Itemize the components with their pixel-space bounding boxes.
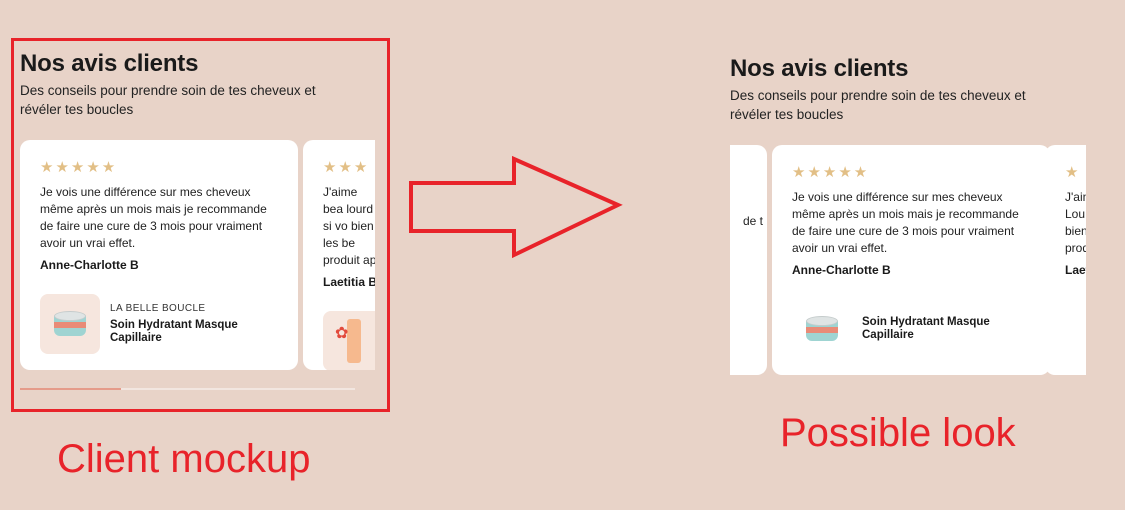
review-author: Anne-Charlotte B [792, 263, 891, 277]
review-text: de t [743, 214, 764, 228]
rating-stars: ★ [1065, 164, 1081, 181]
caption-possible-look: Possible look [780, 411, 1016, 455]
review-author: Laet [1065, 263, 1086, 277]
review-product[interactable]: Soin Hydratant Masque Capillaire [792, 299, 1030, 359]
review-card-partial[interactable]: de t [730, 145, 767, 375]
review-card[interactable]: ★★★★★ Je vois une différence sur mes che… [772, 145, 1050, 375]
review-text: J'ain Lou bien prod [1065, 190, 1086, 255]
rating-stars: ★★★★★ [792, 164, 870, 181]
section-subtitle: Des conseils pour prendre soin de tes ch… [730, 88, 1026, 122]
review-text: Je vois une différence sur mes cheveux m… [792, 190, 1019, 255]
review-card-partial[interactable]: ★ J'ain Lou bien prod Laet [1045, 145, 1086, 375]
reviews-carousel[interactable]: de t ★★★★★ Je vois une différence sur me… [730, 145, 1086, 375]
caption-client-mockup: Client mockup [57, 437, 311, 481]
possible-look-panel: Nos avis clients Des conseils pour prend… [730, 55, 1086, 385]
product-name[interactable]: Soin Hydratant Masque Capillaire [862, 316, 1030, 342]
arrow-right-icon [409, 155, 623, 259]
product-jar-icon[interactable] [792, 299, 852, 359]
section-title: Nos avis clients [730, 55, 909, 82]
annotation-frame [11, 38, 390, 412]
